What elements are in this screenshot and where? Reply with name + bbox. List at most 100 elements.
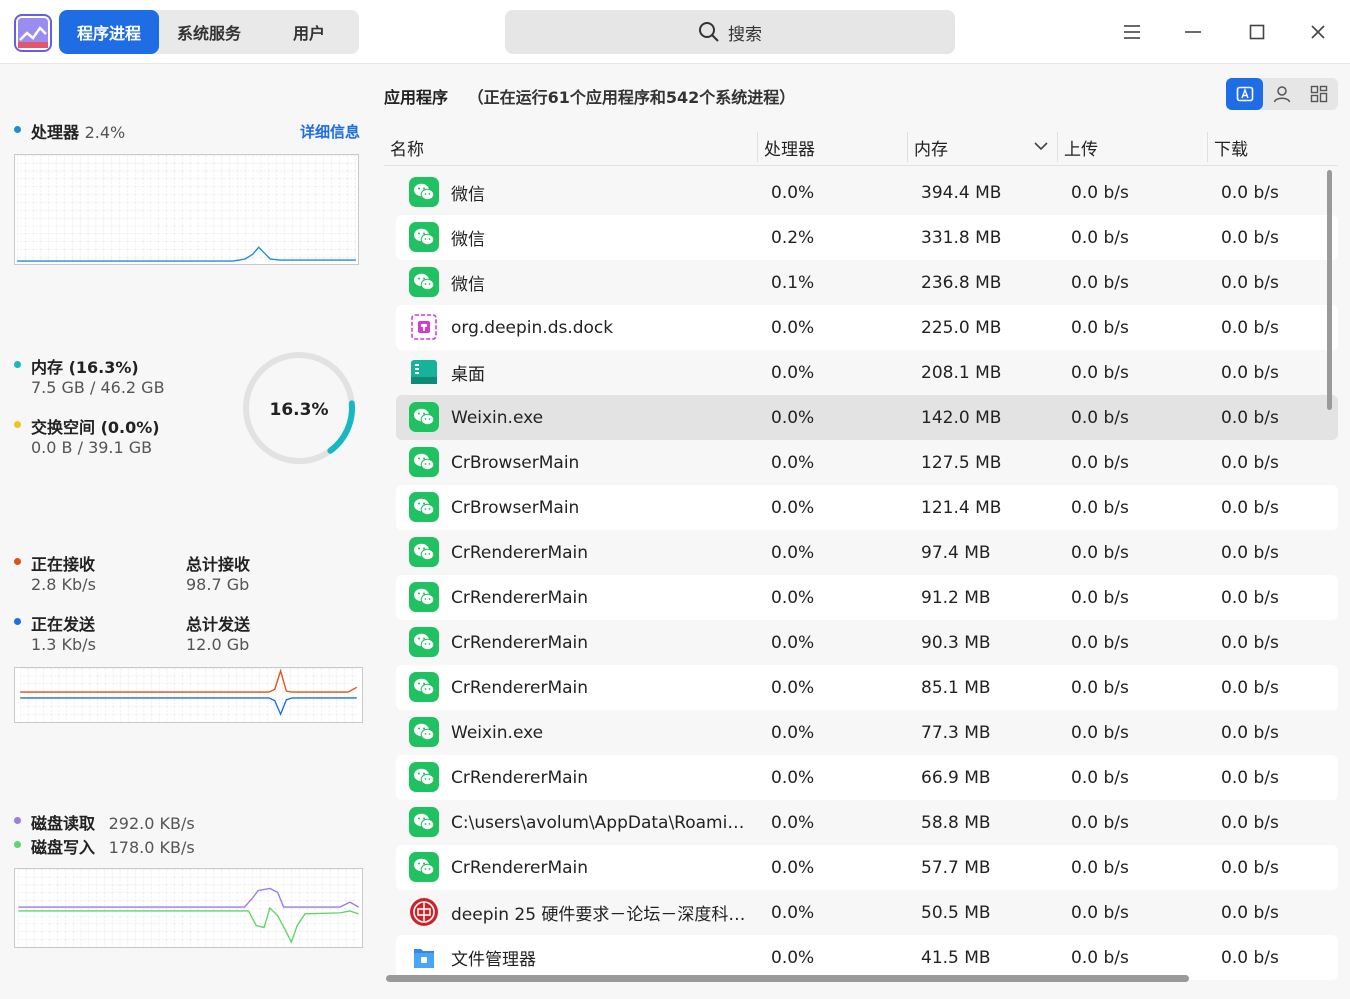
tab-processes[interactable]: 程序进程 [59,10,159,54]
cpu-value: 2.4% [84,123,126,142]
process-name: org.deepin.ds.dock [451,317,614,338]
system-monitor-logo-icon [14,14,52,52]
sort-chevron-down-icon[interactable] [1034,141,1048,151]
process-subtitle: （正在运行61个应用程序和542个系统进程） [467,88,796,107]
process-memory: 331.8 MB [921,227,1002,248]
process-row[interactable]: 桌面 0.0% 208.1 MB 0.0 b/s 0.0 b/s [396,350,1338,395]
minimize-button[interactable] [1175,14,1211,50]
process-memory: 121.4 MB [921,497,1002,518]
process-name: CrRendererMain [451,767,589,788]
process-memory: 50.5 MB [921,902,991,923]
disk-graph [14,868,363,948]
process-row[interactable]: Weixin.exe 0.0% 142.0 MB 0.0 b/s 0.0 b/s [396,395,1338,440]
process-row[interactable]: CrRendererMain 0.0% 91.2 MB 0.0 b/s 0.0 b/s [396,575,1338,620]
column-download[interactable]: 下载 [1214,128,1248,166]
process-memory: 41.5 MB [921,947,991,968]
process-name: deepin 25 硬件要求－论坛－深度科… [451,905,746,925]
search-placeholder: 搜索 [728,24,762,45]
swap-label: 交换空间 (0.0%) [31,418,160,437]
dock-icon [409,312,439,342]
desktop-icon [409,357,439,387]
process-list: 微信 0.0% 394.4 MB 0.0 b/s 0.0 b/s 微信 0.2% 331.8 … [396,170,1338,980]
column-name[interactable]: 名称 [390,128,424,166]
process-name: CrBrowserMain [451,497,580,518]
column-upload[interactable]: 上传 [1064,128,1098,166]
process-name: CrRendererMain [451,632,589,653]
process-name: 微信 [451,185,485,205]
process-row[interactable]: org.deepin.ds.dock 0.0% 225.0 MB 0.0 b/s 0.0… [396,305,1338,350]
search-box[interactable]: 搜索 [505,10,955,54]
column-separator [1057,132,1058,162]
process-row[interactable]: CrBrowserMain 0.0% 127.5 MB 0.0 b/s 0.0 b/s [396,440,1338,485]
process-row[interactable]: 微信 0.1% 236.8 MB 0.0 b/s 0.0 b/s [396,260,1338,305]
applications-view-icon [1236,86,1253,102]
column-separator [907,132,908,162]
close-icon [1311,25,1325,39]
process-memory: 236.8 MB [921,272,1002,293]
filter-my-processes-button[interactable] [1263,78,1300,110]
tab-services[interactable]: 系统服务 [159,10,259,54]
process-cpu: 0.0% [771,407,815,428]
process-download: 0.0 b/s [1221,767,1279,788]
process-name: CrBrowserMain [451,452,580,473]
process-upload: 0.0 b/s [1071,362,1129,383]
process-row[interactable]: CrBrowserMain 0.0% 121.4 MB 0.0 b/s 0.0 b/s [396,485,1338,530]
process-name: CrRendererMain [451,542,589,563]
process-cpu: 0.0% [771,812,815,833]
process-row[interactable]: 微信 0.0% 394.4 MB 0.0 b/s 0.0 b/s [396,170,1338,215]
wechat-icon [409,762,439,792]
filter-all-processes-button[interactable] [1300,78,1337,110]
process-row[interactable]: 文件管理器 0.0% 41.5 MB 0.0 b/s 0.0 b/s [396,935,1338,980]
process-cpu: 0.0% [771,182,815,203]
process-name: CrRendererMain [451,587,589,608]
memory-usage: 7.5 GB / 46.2 GB [31,378,165,397]
maximize-icon [1249,24,1265,40]
process-row[interactable]: 微信 0.2% 331.8 MB 0.0 b/s 0.0 b/s [396,215,1338,260]
search-icon [699,22,719,42]
process-row[interactable]: CrRendererMain 0.0% 66.9 MB 0.0 b/s 0.0 b/s [396,755,1338,800]
process-download: 0.0 b/s [1221,182,1279,203]
process-row[interactable]: deepin 25 硬件要求－论坛－深度科… 0.0% 50.5 MB 0.0 b/s… [396,890,1338,935]
process-title: 应用程序 [384,88,449,107]
process-row[interactable]: C:\users\avolum\AppData\Roami… 0.0% 58.8 M… [396,800,1338,845]
process-name: C:\users\avolum\AppData\Roami… [451,812,745,833]
process-upload: 0.0 b/s [1071,812,1129,833]
main-menu-button[interactable] [1114,14,1150,50]
disk-write-value: 178.0 KB/s [108,838,195,857]
horizontal-scrollbar[interactable] [386,975,1189,982]
cpu-label-text: 处理器 [31,123,80,142]
process-row[interactable]: CrRendererMain 0.0% 57.7 MB 0.0 b/s 0.0 b/s [396,845,1338,890]
process-row[interactable]: CrRendererMain 0.0% 90.3 MB 0.0 b/s 0.0 b/s [396,620,1338,665]
process-name: 文件管理器 [451,950,536,970]
process-upload: 0.0 b/s [1071,902,1129,923]
process-cpu: 0.0% [771,767,815,788]
minimize-icon [1185,31,1201,33]
process-table-header: 名称 处理器 内存 上传 下载 [384,128,1338,166]
process-download: 0.0 b/s [1221,227,1279,248]
monitor-sidebar: 处理器 2.4% 详细信息 内存 (16.3%) 7.5 GB / 46.2 G… [0,65,372,999]
filter-applications-button[interactable] [1226,78,1263,110]
vertical-scrollbar[interactable] [1327,170,1332,410]
cpu-details-link[interactable]: 详细信息 [300,121,360,142]
process-heading: 应用程序 （正在运行61个应用程序和542个系统进程） [384,84,795,108]
process-row[interactable]: Weixin.exe 0.0% 77.3 MB 0.0 b/s 0.0 b/s [396,710,1338,755]
process-name: Weixin.exe [451,722,544,743]
file-manager-icon [409,942,439,972]
process-upload: 0.0 b/s [1071,497,1129,518]
title-bar: 程序进程 系统服务 用户 搜索 [0,0,1350,64]
column-cpu[interactable]: 处理器 [764,128,815,166]
column-memory[interactable]: 内存 [914,128,948,166]
tab-users[interactable]: 用户 [259,10,359,54]
process-name: 微信 [451,230,485,250]
process-cpu: 0.1% [771,272,815,293]
maximize-button[interactable] [1239,14,1275,50]
process-upload: 0.0 b/s [1071,542,1129,563]
process-row[interactable]: CrRendererMain 0.0% 97.4 MB 0.0 b/s 0.0 b/s [396,530,1338,575]
process-name: Weixin.exe [451,407,544,428]
total-sent-label: 总计发送 [186,615,251,634]
process-row[interactable]: CrRendererMain 0.0% 85.1 MB 0.0 b/s 0.0 b/s [396,665,1338,710]
process-memory: 85.1 MB [921,677,991,698]
close-button[interactable] [1300,14,1336,50]
process-download: 0.0 b/s [1221,632,1279,653]
wechat-icon [409,627,439,657]
